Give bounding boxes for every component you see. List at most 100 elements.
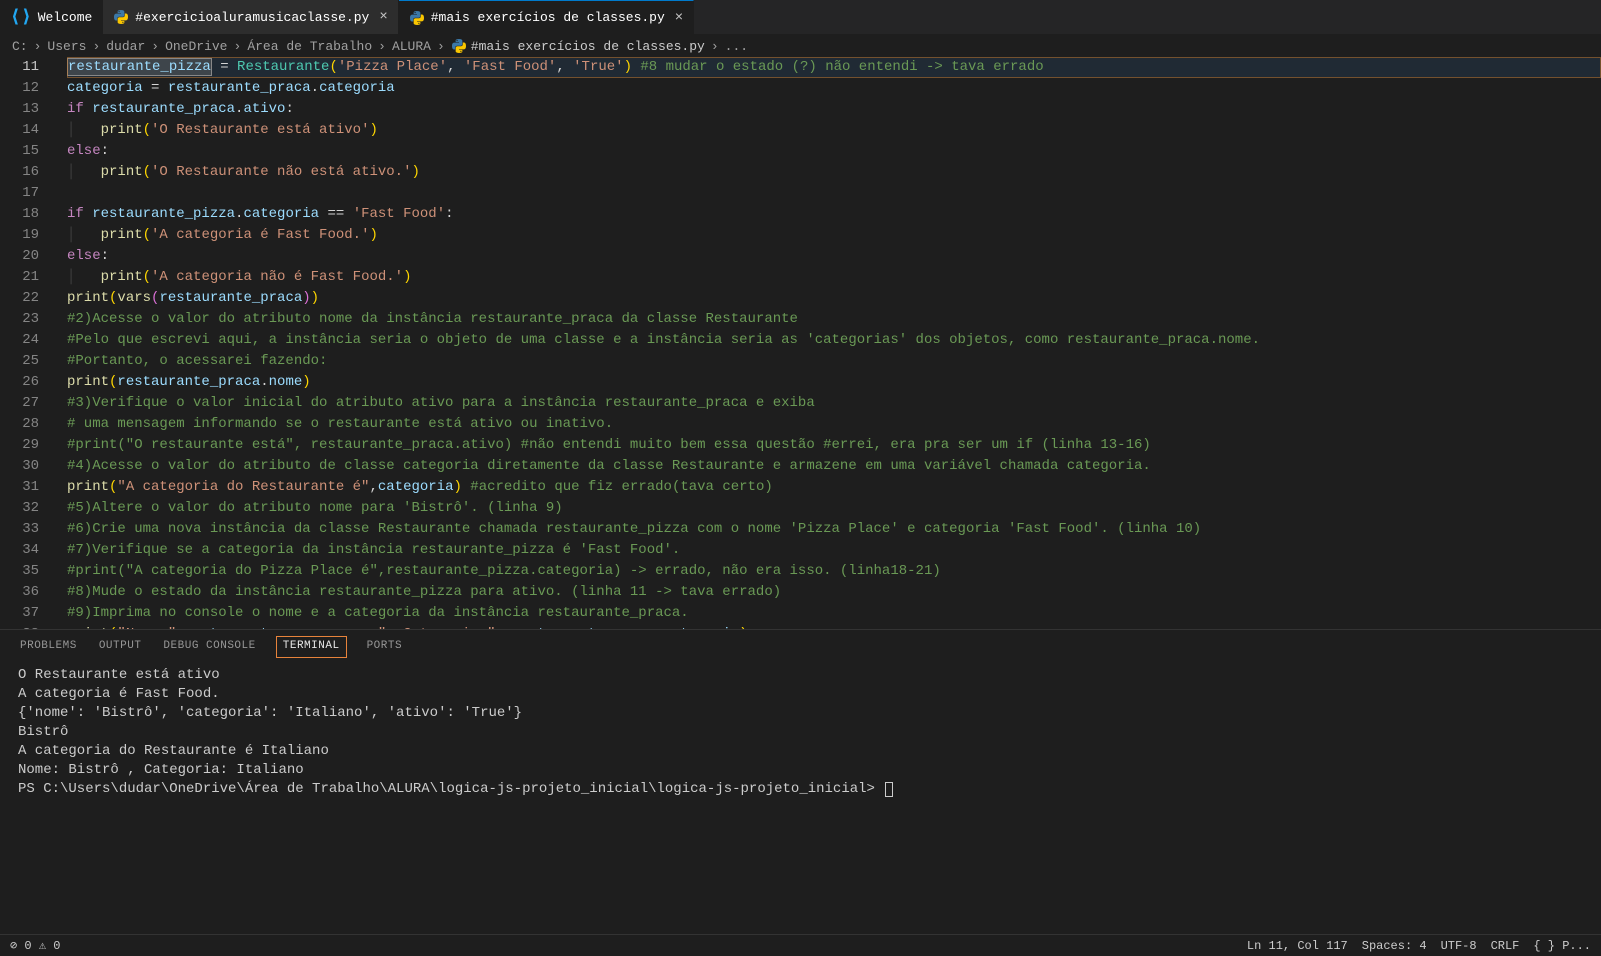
status-item[interactable]: Ln 11, Col 117: [1247, 939, 1348, 953]
chevron-right-icon: ›: [234, 39, 242, 54]
status-right: Ln 11, Col 117 Spaces: 4 UTF-8 CRLF { } P...: [1247, 939, 1591, 953]
breadcrumb-file[interactable]: #mais exercícios de classes.py: [471, 39, 705, 54]
status-left: ⊘ 0 ⚠ 0: [10, 938, 60, 953]
code-line[interactable]: #6)Crie uma nova instância da classe Res…: [67, 519, 1601, 540]
breadcrumb-segment[interactable]: Área de Trabalho: [247, 39, 372, 54]
status-bar: ⊘ 0 ⚠ 0 Ln 11, Col 117 Spaces: 4 UTF-8 CRLF…: [0, 934, 1601, 956]
code-line[interactable]: print("Nome:",restaurante_praca.nome,", …: [67, 624, 1601, 629]
panel-tab-ports[interactable]: PORTS: [365, 636, 405, 658]
chevron-right-icon: ›: [437, 39, 445, 54]
code-line[interactable]: #Portanto, o acessarei fazendo:: [67, 351, 1601, 372]
breadcrumb-segment[interactable]: C:: [12, 39, 28, 54]
tab-label: Welcome: [38, 10, 93, 25]
code-line[interactable]: if restaurante_pizza.categoria == 'Fast …: [67, 204, 1601, 225]
line-number: 13: [0, 99, 39, 120]
panel-tab-terminal[interactable]: TERMINAL: [276, 636, 347, 658]
code-line[interactable]: print(restaurante_praca.nome): [67, 372, 1601, 393]
line-number: 20: [0, 246, 39, 267]
code-line[interactable]: #9)Imprima no console o nome e a categor…: [67, 603, 1601, 624]
line-number: 36: [0, 582, 39, 603]
panel: PROBLEMS OUTPUT DEBUG CONSOLE TERMINAL PORTS…: [0, 629, 1601, 934]
panel-tab-debug-console[interactable]: DEBUG CONSOLE: [161, 636, 257, 658]
line-number: 28: [0, 414, 39, 435]
terminal-line: Nome: Bistrô , Categoria: Italiano: [18, 761, 1583, 780]
line-number: 38: [0, 624, 39, 629]
code-line[interactable]: else:: [67, 141, 1601, 162]
panel-tab-problems[interactable]: PROBLEMS: [18, 636, 79, 658]
terminal-cursor: [885, 782, 893, 797]
tab-file-1[interactable]: #exercicioaluramusicaclasse.py×: [103, 0, 398, 34]
code-line[interactable]: #3)Verifique o valor inicial do atributo…: [67, 393, 1601, 414]
close-icon[interactable]: ×: [675, 10, 683, 26]
code-line[interactable]: │ print('A categoria é Fast Food.'): [67, 225, 1601, 246]
line-number: 16: [0, 162, 39, 183]
code-line[interactable]: else:: [67, 246, 1601, 267]
status-item[interactable]: { } P...: [1533, 939, 1591, 953]
chevron-right-icon: ›: [711, 39, 719, 54]
line-number: 35: [0, 561, 39, 582]
chevron-right-icon: ›: [378, 39, 386, 54]
line-number: 30: [0, 456, 39, 477]
status-item[interactable]: ⊘ 0 ⚠ 0: [10, 938, 60, 953]
line-number: 29: [0, 435, 39, 456]
code-line[interactable]: #4)Acesse o valor do atributo de classe …: [67, 456, 1601, 477]
editor[interactable]: 1112131415161718192021222324252627282930…: [0, 57, 1601, 629]
code-line[interactable]: #7)Verifique se a categoria da instância…: [67, 540, 1601, 561]
status-item[interactable]: CRLF: [1491, 939, 1520, 953]
code-line[interactable]: print("A categoria do Restaurante é",cat…: [67, 477, 1601, 498]
chevron-right-icon: ›: [34, 39, 42, 54]
terminal[interactable]: O Restaurante está ativoA categoria é Fa…: [0, 658, 1601, 934]
line-number: 27: [0, 393, 39, 414]
terminal-line: Bistrô: [18, 723, 1583, 742]
terminal-line: {'nome': 'Bistrô', 'categoria': 'Italian…: [18, 704, 1583, 723]
close-icon[interactable]: ×: [379, 9, 387, 25]
code-line[interactable]: #print("A categoria do Pizza Place é",re…: [67, 561, 1601, 582]
code-line[interactable]: #print("O restaurante está", restaurante…: [67, 435, 1601, 456]
terminal-line: A categoria é Fast Food.: [18, 685, 1583, 704]
terminal-prompt[interactable]: PS C:\Users\dudar\OneDrive\Área de Traba…: [18, 780, 1583, 799]
line-number: 18: [0, 204, 39, 225]
status-item[interactable]: Spaces: 4: [1362, 939, 1427, 953]
code-line[interactable]: #8)Mude o estado da instância restaurant…: [67, 582, 1601, 603]
code-line[interactable]: │ print('A categoria não é Fast Food.'): [67, 267, 1601, 288]
code-line[interactable]: [67, 183, 1601, 204]
line-number: 11: [0, 57, 39, 78]
line-number: 22: [0, 288, 39, 309]
terminal-line: A categoria do Restaurante é Italiano: [18, 742, 1583, 761]
breadcrumb-segment[interactable]: dudar: [106, 39, 145, 54]
code-line[interactable]: #2)Acesse o valor do atributo nome da in…: [67, 309, 1601, 330]
line-number: 21: [0, 267, 39, 288]
line-number: 31: [0, 477, 39, 498]
code-line[interactable]: # uma mensagem informando se o restauran…: [67, 414, 1601, 435]
code-line[interactable]: │ print('O Restaurante não está ativo.'): [67, 162, 1601, 183]
tab-label: #mais exercícios de classes.py: [431, 10, 665, 25]
tab-welcome[interactable]: ⟨⟩Welcome: [0, 0, 103, 34]
code-line[interactable]: categoria = restaurante_praca.categoria: [67, 78, 1601, 99]
line-number: 14: [0, 120, 39, 141]
code-line[interactable]: #5)Altere o valor do atributo nome para …: [67, 498, 1601, 519]
line-number: 32: [0, 498, 39, 519]
python-file-icon: [113, 9, 129, 25]
panel-tabs: PROBLEMS OUTPUT DEBUG CONSOLE TERMINAL PORTS: [0, 630, 1601, 658]
code-line[interactable]: #Pelo que escrevi aqui, a instância seri…: [67, 330, 1601, 351]
line-number: 15: [0, 141, 39, 162]
code-line[interactable]: if restaurante_praca.ativo:: [67, 99, 1601, 120]
breadcrumb[interactable]: C: › Users › dudar › OneDrive › Área de Trabalho…: [0, 35, 1601, 57]
code-area[interactable]: restaurante_pizza = Restaurante('Pizza P…: [55, 57, 1601, 629]
line-number: 17: [0, 183, 39, 204]
chevron-right-icon: ›: [151, 39, 159, 54]
code-line[interactable]: print(vars(restaurante_praca)): [67, 288, 1601, 309]
code-line[interactable]: restaurante_pizza = Restaurante('Pizza P…: [67, 57, 1601, 78]
breadcrumb-segment[interactable]: OneDrive: [165, 39, 227, 54]
status-item[interactable]: UTF-8: [1441, 939, 1477, 953]
python-file-icon: [451, 38, 467, 54]
breadcrumb-segment[interactable]: ALURA: [392, 39, 431, 54]
code-line[interactable]: │ print('O Restaurante está ativo'): [67, 120, 1601, 141]
breadcrumb-trail[interactable]: ...: [725, 39, 748, 54]
tab-file-2[interactable]: #mais exercícios de classes.py ×: [399, 0, 694, 34]
breadcrumb-segment[interactable]: Users: [47, 39, 86, 54]
line-number: 12: [0, 78, 39, 99]
chevron-right-icon: ›: [92, 39, 100, 54]
line-number: 19: [0, 225, 39, 246]
panel-tab-output[interactable]: OUTPUT: [97, 636, 144, 658]
